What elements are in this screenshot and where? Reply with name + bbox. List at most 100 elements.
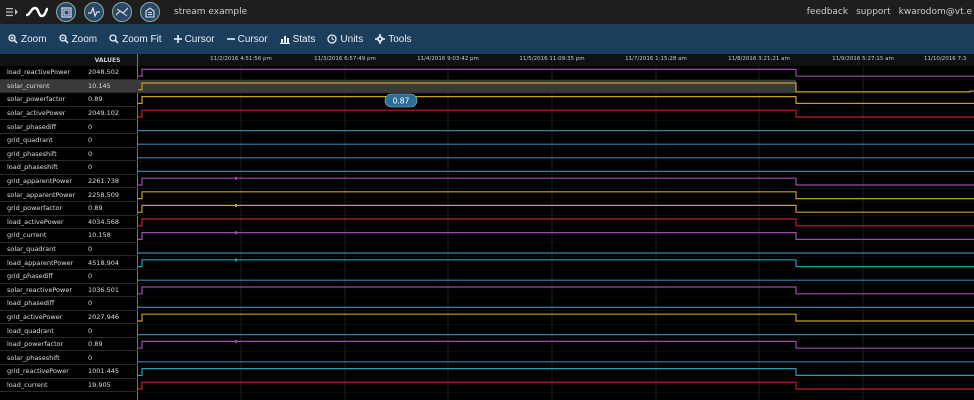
stream-value: 0 — [88, 353, 93, 362]
stream-row[interactable]: solar_reactivePower 1036.501 — [0, 284, 138, 298]
time-tick-label: 11/9/2016 5:27:15 am — [832, 56, 894, 62]
stream-row[interactable]: solar_current 10.145 — [0, 79, 138, 94]
zoom-in-label: Zoom — [21, 33, 47, 45]
stream-value: 1001.445 — [88, 367, 120, 376]
stream-value: 0.89 — [88, 204, 103, 213]
add-cursor-button[interactable]: Cursor — [173, 34, 215, 45]
stream-row[interactable]: load_powerfactor 0.89 — [0, 338, 138, 352]
streams-app-icon[interactable] — [56, 2, 76, 22]
series-line — [138, 368, 974, 376]
stream-value: 0.89 — [88, 95, 103, 104]
stream-name: solar_activePower — [7, 109, 66, 118]
time-tick-label: 11/7/2016 1:15:28 am — [625, 56, 687, 62]
feedback-link[interactable]: feedback — [807, 7, 848, 17]
stats-button[interactable]: Stats — [279, 33, 316, 45]
stream-row[interactable]: load_quadrant 0 — [0, 324, 138, 338]
stream-value: 0 — [88, 326, 93, 335]
pulse-app-icon[interactable] — [84, 2, 104, 22]
stream-name: grid_quadrant — [7, 136, 53, 145]
stream-row[interactable]: solar_phasediff 0 — [0, 120, 138, 134]
stream-row[interactable]: load_current 19.905 — [0, 379, 138, 393]
stream-value: 2261.738 — [88, 177, 120, 186]
stream-row[interactable]: grid_phasediff 0 — [0, 270, 138, 284]
stream-list: load_reactivePower 2048.502 solar_current 1… — [0, 66, 138, 393]
zoom-fit-icon — [109, 34, 119, 44]
series-marker — [235, 176, 237, 180]
stream-name: load_quadrant — [7, 326, 54, 335]
series-line — [138, 286, 974, 295]
time-tick-label: 11/2/2016 4:51:56 pm — [210, 56, 272, 62]
time-tick-label: 11/10/2016 7:3 — [924, 56, 967, 62]
series-line — [138, 177, 974, 186]
series-line — [138, 204, 974, 213]
stream-name: load_apparentPower — [7, 258, 74, 267]
stream-row[interactable]: solar_phaseshift 0 — [0, 351, 138, 366]
cursor-value-badge[interactable]: 0.87 — [384, 93, 418, 108]
user-account-link[interactable]: kwarodom@vt.e — [899, 7, 972, 17]
minus-icon — [226, 38, 235, 40]
stream-row[interactable]: grid_current 10.158 — [0, 229, 138, 243]
stream-row[interactable]: grid_reactivePower 1001.445 — [0, 365, 138, 379]
top-bar: stream example feedback support kwarodom… — [0, 0, 974, 24]
zoom-fit-button[interactable]: Zoom Fit — [109, 34, 162, 45]
building-app-icon[interactable] — [140, 2, 160, 22]
trends-app-icon[interactable] — [112, 2, 132, 22]
toolbar: Zoom Zoom Zoom Fit Cursor Cursor Stats U… — [0, 24, 974, 54]
stream-name: grid_phaseshift — [7, 149, 57, 158]
stats-label: Stats — [292, 33, 316, 45]
remove-cursor-label: Cursor — [237, 33, 268, 45]
units-button[interactable]: Units — [327, 34, 363, 45]
time-axis[interactable]: 11/2/2016 4:51:56 pm 11/3/2016 6:57:49 pm… — [138, 54, 974, 66]
stream-name: solar_phaseshift — [7, 353, 60, 362]
stream-row[interactable]: load_phaseshift 0 — [0, 161, 138, 175]
remove-cursor-button[interactable]: Cursor — [226, 33, 268, 45]
units-label: Units — [340, 33, 364, 45]
stream-row[interactable]: load_apparentPower 4518.904 — [0, 256, 138, 270]
stream-name: solar_apparentPower — [7, 190, 76, 199]
stream-row[interactable]: solar_powerfactor 0.89 — [0, 93, 138, 107]
stream-row[interactable]: grid_apparentPower 2261.738 — [0, 175, 138, 189]
zoom-in-button[interactable]: Zoom — [8, 34, 47, 45]
stream-row[interactable]: solar_apparentPower 2258.509 — [0, 188, 138, 202]
stream-value: 0.89 — [88, 340, 103, 349]
bar-chart-icon — [279, 35, 290, 44]
stream-row[interactable]: load_reactivePower 2048.502 — [0, 66, 138, 80]
time-tick-label: 11/5/2016 11:09:35 pm — [519, 56, 585, 62]
stream-row[interactable]: grid_powerfactor 0.89 — [0, 202, 138, 216]
stream-value: 10.158 — [88, 231, 111, 240]
values-column-header: VALUES — [94, 56, 121, 64]
stream-name: load_powerfactor — [7, 340, 64, 349]
series-marker — [235, 258, 237, 262]
stream-value: 0 — [88, 272, 93, 281]
stream-row[interactable]: grid_quadrant 0 — [0, 134, 138, 148]
stream-value: 10.145 — [88, 81, 111, 90]
selected-row-band — [138, 79, 796, 94]
stream-name: solar_reactivePower — [7, 285, 73, 294]
zoom-out-button[interactable]: Zoom — [58, 34, 97, 45]
stream-name: grid_current — [7, 231, 47, 240]
stream-row[interactable]: load_phasediff 0 — [0, 297, 138, 311]
menu-toggle-icon[interactable] — [2, 0, 22, 24]
zoom-in-icon — [8, 34, 18, 44]
stream-name: solar_phasediff — [7, 122, 57, 131]
series-line — [138, 340, 974, 349]
stream-row[interactable]: load_activePower 4034.568 — [0, 216, 138, 230]
tools-button[interactable]: Tools — [375, 34, 412, 45]
series-line — [138, 232, 974, 240]
stream-name: load_phasediff — [7, 299, 55, 308]
series-line — [138, 218, 974, 227]
support-link[interactable]: support — [856, 7, 891, 17]
stream-value: 0 — [88, 299, 93, 308]
plot-area[interactable]: 0.87 — [138, 66, 974, 400]
app-logo-icon[interactable] — [22, 0, 52, 24]
stream-value: 2048.502 — [88, 68, 120, 77]
stream-title: stream example — [174, 7, 248, 17]
plus-icon — [173, 35, 182, 43]
stream-row[interactable]: grid_activePower 2027.946 — [0, 311, 138, 325]
stream-row[interactable]: grid_phaseshift 0 — [0, 148, 138, 162]
stream-name: grid_phasediff — [7, 272, 54, 281]
stream-row[interactable]: solar_activePower 2049.102 — [0, 107, 138, 121]
stream-value: 0 — [88, 122, 93, 131]
stream-row[interactable]: solar_quadrant 0 — [0, 243, 138, 257]
cursor-badge-text: 0.87 — [393, 97, 410, 106]
